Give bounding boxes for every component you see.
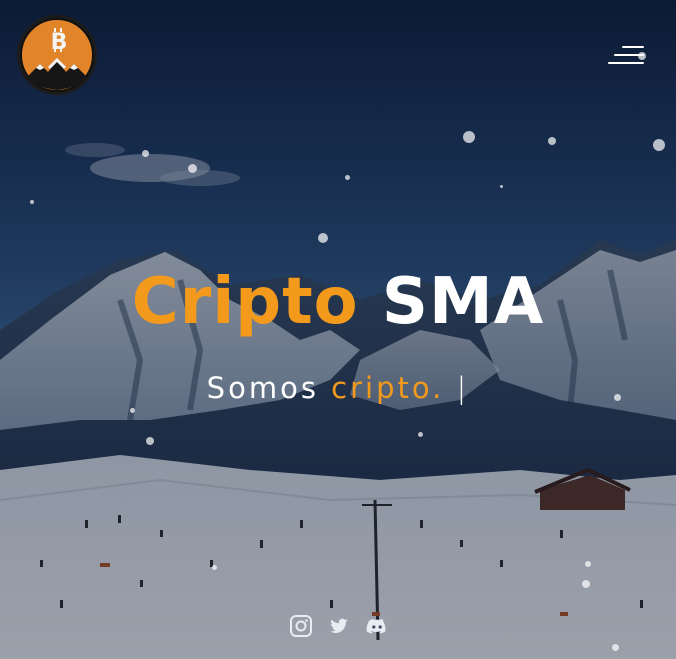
hero-subtitle-prefix: Somos [206, 371, 319, 405]
hamburger-menu-icon[interactable] [604, 42, 648, 68]
particle-dot [612, 644, 619, 651]
particle-dot [463, 131, 475, 143]
menu-line-middle [614, 54, 644, 56]
particle-dot [418, 432, 423, 437]
hero-section: B Cripto SMA Somos cripto. | [0, 0, 676, 659]
hero-subtitle-typed-word: cripto. [331, 371, 445, 405]
hero-title-main: SMA [381, 265, 545, 339]
instagram-icon[interactable] [288, 613, 314, 639]
menu-line-bottom [608, 62, 644, 64]
particle-dot [188, 164, 197, 173]
bitcoin-mountain-logo-icon: B [20, 18, 94, 92]
hero-subtitle: Somos cripto. | [0, 368, 676, 408]
particle-dot [585, 561, 591, 567]
particle-dot [318, 233, 328, 243]
twitter-icon[interactable] [326, 613, 352, 639]
particle-dot [345, 175, 350, 180]
hero-title-accent: Cripto [131, 265, 359, 339]
particle-dot [130, 408, 135, 413]
particle-dot [142, 150, 149, 157]
hero-title: Cripto SMA [0, 262, 676, 342]
typing-cursor: | [456, 371, 470, 405]
particle-dot [30, 200, 34, 204]
particle-dot [146, 437, 154, 445]
particle-dot [212, 565, 217, 570]
discord-icon[interactable] [364, 613, 390, 639]
particle-dot [653, 139, 665, 151]
particle-dot [548, 137, 556, 145]
menu-line-top [622, 46, 644, 48]
svg-text:B: B [51, 30, 68, 55]
particle-dot [500, 185, 503, 188]
site-logo[interactable]: B [17, 15, 97, 95]
social-links [288, 612, 390, 640]
particle-dot [582, 580, 590, 588]
